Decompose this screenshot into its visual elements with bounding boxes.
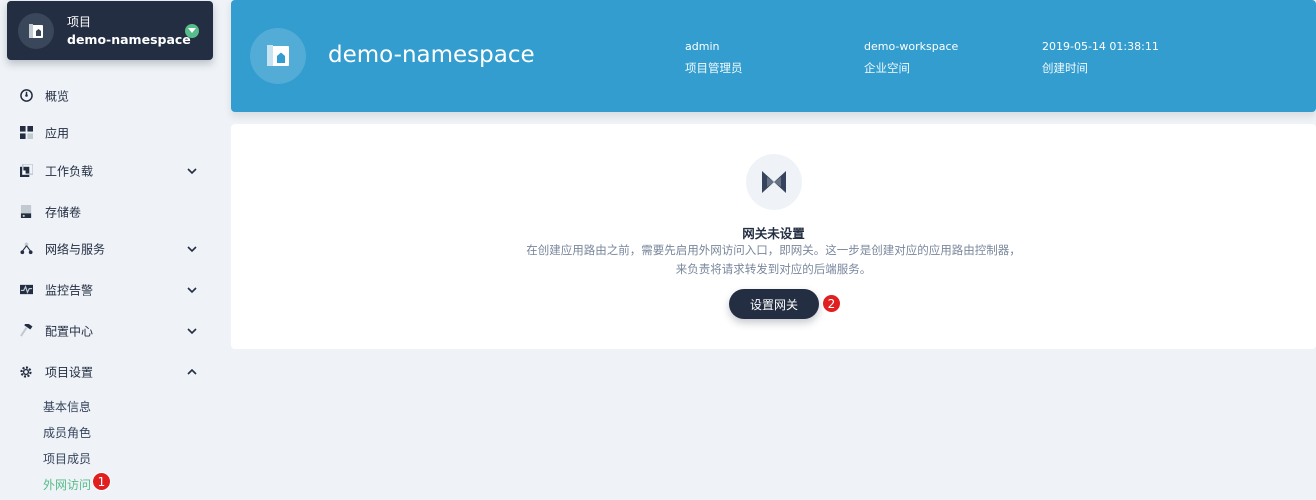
gateway-icon xyxy=(746,154,802,210)
sidebar-item-label: 概览 xyxy=(45,89,70,103)
monitor-icon xyxy=(19,283,33,297)
step-badge-2: 2 xyxy=(822,294,841,313)
dashboard-icon xyxy=(19,89,33,103)
meta-value: 2019-05-14 01:38:11 xyxy=(1042,40,1159,53)
sidebar-item-project-settings[interactable]: 项目设置 xyxy=(0,353,225,390)
sidebar-item-label: 工作负载 xyxy=(45,164,94,178)
project-header: demo-namespace admin 项目管理员 demo-workspac… xyxy=(231,0,1316,112)
chevron-down-icon[interactable] xyxy=(186,325,198,337)
network-icon xyxy=(19,242,33,256)
gateway-empty-card: 网关未设置 在创建应用路由之前，需要先启用外网访问入口，即网关。这一步是创建对应… xyxy=(231,124,1316,349)
sidebar-subitem-basic-info[interactable]: 基本信息 xyxy=(43,398,91,415)
meta-value: demo-workspace xyxy=(864,40,959,53)
sidebar-item-config[interactable]: 配置中心 xyxy=(0,312,225,349)
empty-state-title: 网关未设置 xyxy=(742,226,805,241)
meta-key: 企业空间 xyxy=(864,61,910,75)
sidebar-item-storage[interactable]: 存储卷 xyxy=(0,193,225,230)
project-selector[interactable]: 项目 demo-namespace xyxy=(7,1,213,60)
sidebar-item-apps[interactable]: 应用 xyxy=(0,114,225,151)
meta-admin: admin 项目管理员 xyxy=(685,40,743,76)
caret-down-icon[interactable] xyxy=(185,24,199,38)
sidebar-item-label: 应用 xyxy=(45,126,70,140)
chevron-down-icon[interactable] xyxy=(186,243,198,255)
sidebar-item-label: 存储卷 xyxy=(45,205,82,219)
sidebar-subitem-internet-access[interactable]: 外网访问 xyxy=(43,476,91,493)
chevron-down-icon[interactable] xyxy=(186,284,198,296)
project-icon xyxy=(250,28,306,84)
gear-icon xyxy=(19,365,33,379)
apps-icon xyxy=(19,126,33,140)
sidebar-item-label: 项目设置 xyxy=(45,365,94,379)
meta-workspace: demo-workspace 企业空间 xyxy=(864,40,958,76)
empty-state-desc-line: 在创建应用路由之前，需要先启用外网访问入口，即网关。这一步是创建对应的应用路由控… xyxy=(526,243,1021,257)
chevron-up-icon[interactable] xyxy=(186,366,198,378)
storage-icon xyxy=(19,205,33,219)
meta-value: admin xyxy=(685,40,720,53)
project-avatar-icon xyxy=(18,13,54,49)
sidebar-item-overview[interactable]: 概览 xyxy=(0,77,225,114)
sidebar-item-label: 监控告警 xyxy=(45,283,94,297)
project-name: demo-namespace xyxy=(67,32,191,47)
sidebar-subitem-member-roles[interactable]: 成员角色 xyxy=(43,424,91,441)
page-title: demo-namespace xyxy=(328,42,535,68)
sidebar-item-monitoring[interactable]: 监控告警 xyxy=(0,271,225,308)
empty-state-description: 在创建应用路由之前，需要先启用外网访问入口，即网关。这一步是创建对应的应用路由控… xyxy=(231,241,1316,279)
chevron-down-icon[interactable] xyxy=(186,165,198,177)
workload-icon xyxy=(19,164,33,178)
sidebar-item-label: 配置中心 xyxy=(45,324,94,338)
sidebar-item-network[interactable]: 网络与服务 xyxy=(0,230,225,267)
meta-created: 2019-05-14 01:38:11 创建时间 xyxy=(1042,40,1159,76)
sidebar-item-label: 网络与服务 xyxy=(45,242,106,256)
meta-key: 项目管理员 xyxy=(685,61,743,75)
project-label: 项目 xyxy=(67,15,92,29)
sidebar-subitem-project-members[interactable]: 项目成员 xyxy=(43,450,91,467)
meta-key: 创建时间 xyxy=(1042,61,1088,75)
set-gateway-button[interactable]: 设置网关 xyxy=(729,289,819,319)
step-badge-1: 1 xyxy=(92,472,111,491)
hammer-icon xyxy=(19,324,33,338)
sidebar-item-workload[interactable]: 工作负载 xyxy=(0,152,225,189)
empty-state-desc-line: 来负责将请求转发到对应的后端服务。 xyxy=(675,262,872,276)
